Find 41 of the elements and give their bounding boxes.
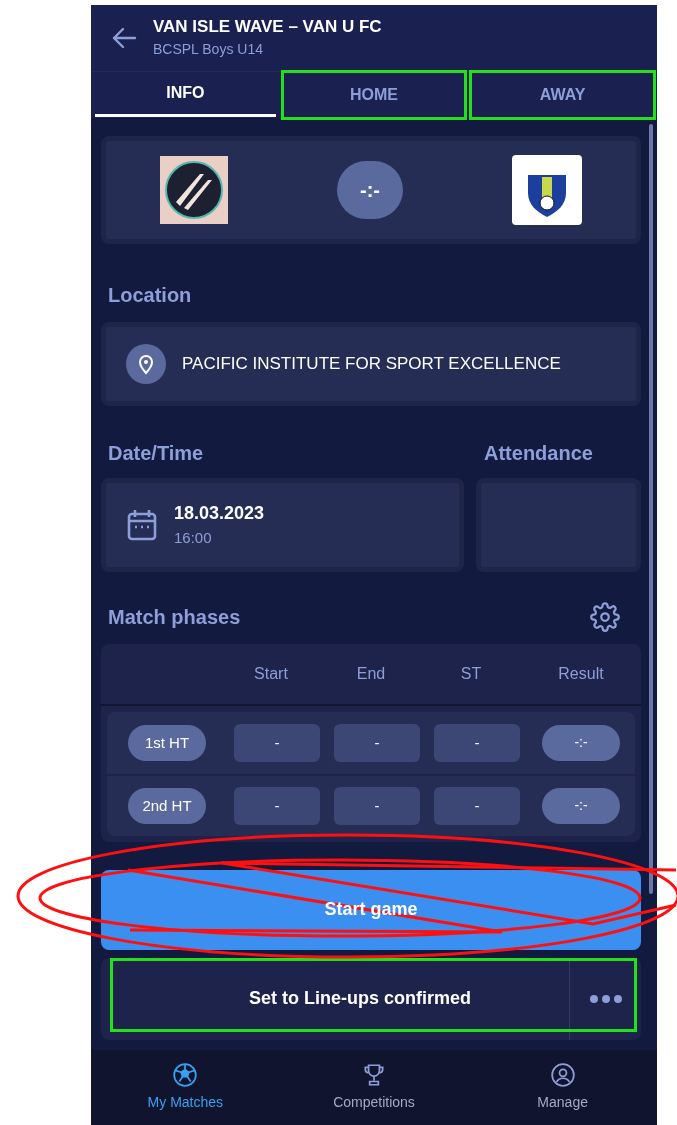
competition-subtitle: BCSPL Boys U14 bbox=[153, 40, 264, 60]
section-label: Date/Time bbox=[107, 440, 205, 466]
tab[interactable]: AWAY bbox=[472, 72, 653, 117]
nav-tab[interactable]: Manage bbox=[468, 1061, 657, 1113]
map-pin-icon bbox=[126, 343, 166, 384]
nav-tab[interactable]: Competitions bbox=[279, 1061, 469, 1113]
soccer-ball-icon bbox=[172, 1061, 199, 1088]
column-header: ST bbox=[459, 663, 483, 684]
settings-icon[interactable] bbox=[590, 601, 620, 632]
time-field[interactable]: - bbox=[234, 786, 320, 825]
more-dots-icon bbox=[589, 994, 622, 1003]
column-header: Result bbox=[557, 663, 605, 684]
score-pill: -:- bbox=[337, 160, 403, 219]
section-label: Attendance bbox=[483, 440, 594, 466]
location-value: PACIFIC INSTITUTE FOR SPORT EXCELLENCE bbox=[182, 353, 561, 376]
phase-pill: 1st HT bbox=[128, 724, 206, 761]
tab[interactable]: HOME bbox=[283, 72, 465, 117]
back-arrow-icon[interactable] bbox=[111, 25, 137, 50]
result-pill[interactable]: -:- bbox=[542, 724, 620, 761]
user-circle-icon bbox=[549, 1061, 576, 1088]
match-time: 16:00 bbox=[174, 528, 213, 549]
section-label: Location bbox=[107, 282, 193, 308]
match-date: 18.03.2023 bbox=[174, 502, 265, 526]
scrollbar[interactable] bbox=[649, 123, 653, 894]
section-label: Match phases bbox=[108, 604, 241, 630]
team-logo-drawing bbox=[511, 154, 582, 225]
phase-pill: 2nd HT bbox=[128, 787, 206, 824]
match-title: VAN ISLE WAVE – VAN U FC bbox=[153, 16, 382, 39]
column-header: End bbox=[355, 663, 387, 684]
time-field[interactable]: - bbox=[434, 786, 520, 825]
column-header: Start bbox=[253, 663, 289, 684]
result-pill[interactable]: -:- bbox=[542, 787, 620, 824]
time-field[interactable]: - bbox=[334, 723, 420, 762]
tab[interactable]: INFO bbox=[95, 72, 276, 117]
time-field[interactable]: - bbox=[234, 723, 320, 762]
team-logo-drawing bbox=[160, 155, 229, 224]
calendar-icon bbox=[126, 507, 158, 542]
time-field[interactable]: - bbox=[334, 786, 420, 825]
trophy-icon bbox=[361, 1061, 387, 1088]
nav-tab[interactable]: My Matches bbox=[91, 1061, 280, 1113]
time-field[interactable]: - bbox=[434, 723, 520, 762]
